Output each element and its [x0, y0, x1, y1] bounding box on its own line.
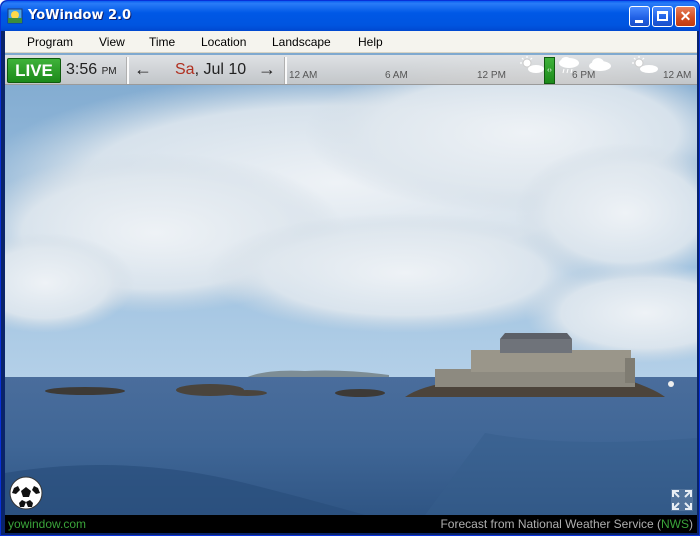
prev-day-arrow-icon[interactable]: ← — [134, 59, 152, 80]
forecast-source[interactable]: Forecast from National Weather Service (… — [440, 517, 693, 531]
yowindow-app-icon — [7, 8, 23, 24]
menu-time[interactable]: Time — [149, 35, 175, 49]
menu-landscape[interactable]: Landscape — [272, 35, 331, 49]
cloud-icon — [589, 58, 611, 71]
clock-ampm: PM — [101, 66, 117, 77]
menu-view[interactable]: View — [99, 35, 125, 49]
minimize-button[interactable] — [629, 6, 650, 27]
forecast-suffix: ) — [689, 517, 693, 531]
menu-help[interactable]: Help — [358, 35, 383, 49]
day-of-week: Sa — [175, 61, 195, 78]
footer-bar: yowindow.com Forecast from National Weat… — [5, 515, 697, 533]
landscape-scene[interactable] — [5, 53, 697, 515]
app-window: YoWindow 2.0 ✕ Program View Time Locatio… — [0, 0, 700, 536]
close-button[interactable]: ✕ — [675, 6, 696, 27]
hour-label: 12 PM — [477, 70, 506, 81]
clock-time: 3:56 — [66, 61, 98, 78]
title-bar[interactable]: YoWindow 2.0 ✕ — [1, 1, 699, 31]
menu-location[interactable]: Location — [201, 35, 246, 49]
timeline-bar: LIVE 3:56 PM ← Sa, Jul 10 → 12 AM 6 AM 1… — [5, 55, 697, 85]
live-button[interactable]: LIVE — [7, 58, 61, 83]
hour-label: 12 AM — [289, 70, 318, 81]
site-link[interactable]: yowindow.com — [8, 517, 86, 531]
clock-display[interactable]: 3:56 PM — [66, 61, 117, 79]
sun-cloud-icon — [520, 56, 544, 73]
window-title: YoWindow 2.0 — [28, 8, 132, 23]
date-text: , Jul 10 — [194, 61, 247, 78]
forecast-source-name: NWS — [661, 517, 689, 531]
hour-label: 6 AM — [385, 70, 408, 81]
forecast-prefix: Forecast from National Weather Service ( — [440, 517, 661, 531]
fullscreen-icon[interactable] — [671, 489, 693, 511]
timeline-separator — [126, 57, 129, 84]
soccer-ball-icon[interactable] — [9, 476, 43, 510]
next-day-arrow-icon[interactable]: → — [258, 59, 276, 80]
sun-cloud-icon — [632, 56, 658, 73]
client-area: LIVE 3:56 PM ← Sa, Jul 10 → 12 AM 6 AM 1… — [5, 53, 697, 533]
date-display[interactable]: Sa, Jul 10 — [175, 61, 246, 79]
rain-cloud-icon — [559, 57, 579, 74]
timeline-separator — [284, 57, 287, 84]
menu-program[interactable]: Program — [27, 35, 73, 49]
time-slider-handle[interactable]: ‹› — [544, 57, 555, 84]
menu-bar: Program View Time Location Landscape Hel… — [5, 31, 697, 53]
maximize-button[interactable] — [652, 6, 673, 27]
hour-label: 12 AM — [663, 70, 692, 81]
